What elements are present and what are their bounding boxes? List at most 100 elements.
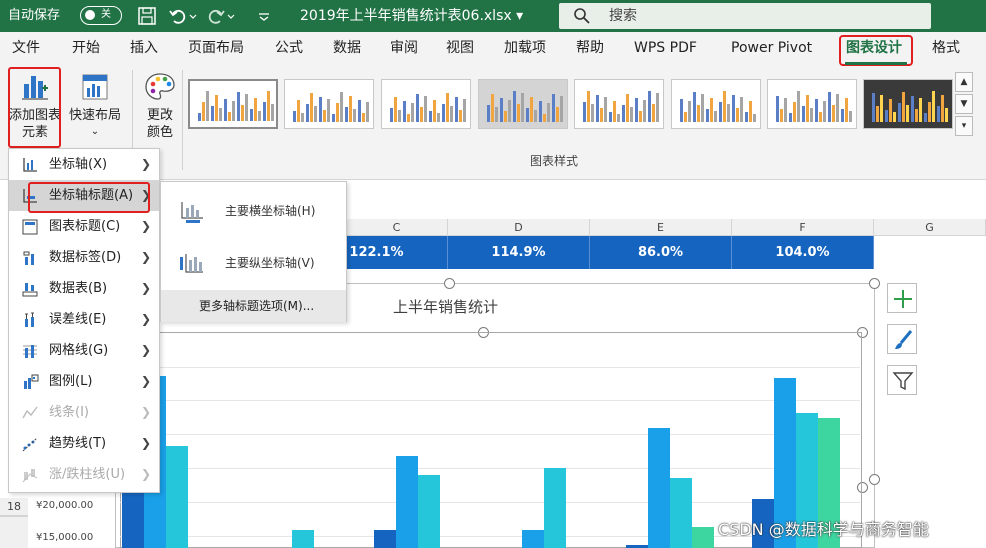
tab-help[interactable]: 帮助	[576, 32, 604, 66]
chart-styles-button[interactable]	[887, 324, 917, 354]
data-labels-icon	[23, 251, 34, 265]
chart-filters-button[interactable]	[887, 365, 917, 395]
thumb-bar	[776, 96, 779, 122]
gridline	[120, 400, 860, 401]
chart-bar[interactable]	[522, 530, 544, 548]
thumb-bar	[745, 112, 748, 122]
submenu-primary-vertical[interactable]: 主要纵坐标轴(V)	[161, 238, 346, 288]
redo-icon[interactable]	[206, 6, 226, 26]
menu-item-data-labels[interactable]: 数据标签(D) ❯	[9, 242, 159, 273]
chart-style-thumb[interactable]	[188, 79, 278, 129]
thumb-bar	[543, 114, 546, 122]
chart-bar[interactable]	[418, 474, 440, 548]
chart-bar[interactable]	[626, 544, 648, 548]
tab-page-layout[interactable]: 页面布局	[188, 32, 244, 66]
chart-bar[interactable]	[166, 445, 188, 548]
menu-item-error-bars[interactable]: 误差线(E) ❯	[9, 304, 159, 335]
resize-handle[interactable]	[869, 278, 880, 289]
chart-style-thumb[interactable]	[671, 79, 761, 129]
change-colors-label-2: 颜色	[146, 125, 173, 140]
thumb-bar	[617, 114, 620, 122]
chart-bar[interactable]	[292, 529, 314, 548]
menu-item-axes[interactable]: 坐标轴(X) ❯	[9, 149, 159, 180]
tab-file[interactable]: 文件	[12, 32, 40, 66]
resize-handle[interactable]	[444, 278, 455, 289]
row-header-19[interactable]	[0, 516, 28, 548]
chart-style-thumb[interactable]	[381, 79, 471, 129]
plus-icon	[894, 290, 912, 308]
chart-style-thumb[interactable]	[767, 79, 857, 129]
autosave-toggle[interactable]: 关	[80, 6, 122, 25]
gallery-more-button[interactable]: ▾	[955, 116, 973, 136]
thumb-bar	[697, 105, 700, 122]
column-header-e[interactable]: E	[590, 219, 732, 236]
thumb-bar	[693, 92, 696, 122]
tab-data[interactable]: 数据	[333, 32, 361, 66]
chart-style-thumb[interactable]	[284, 79, 374, 129]
tab-power-pivot[interactable]: Power Pivot	[731, 32, 812, 66]
chart-bar[interactable]	[544, 468, 566, 548]
submenu-primary-horizontal[interactable]: 主要横坐标轴(H)	[161, 186, 346, 236]
thumb-bar	[206, 91, 209, 121]
chart-elements-button[interactable]	[887, 283, 917, 313]
tab-formulas[interactable]: 公式	[275, 32, 303, 66]
chevron-right-icon: ❯	[141, 436, 152, 450]
undo-dropdown-icon[interactable]	[188, 6, 198, 26]
thumb-bar	[622, 105, 625, 122]
menu-item-trendline[interactable]: 趋势线(T) ❯	[9, 428, 159, 459]
chart-style-thumb[interactable]	[863, 79, 953, 129]
undo-icon[interactable]	[168, 6, 188, 26]
gallery-down-button[interactable]: ▼	[955, 94, 973, 114]
search-box[interactable]: 搜索	[559, 3, 931, 29]
chart-title[interactable]: 上半年销售统计	[393, 296, 498, 317]
column-header-c[interactable]: C	[346, 219, 448, 236]
menu-item-data-table[interactable]: 数据表(B) ❯	[9, 273, 159, 304]
redo-dropdown-icon[interactable]	[226, 6, 236, 26]
submenu-more-options[interactable]: 更多轴标题选项(M)...	[161, 290, 346, 322]
thumb-bar	[407, 114, 410, 122]
menu-item-gridlines[interactable]: 网格线(G) ❯	[9, 335, 159, 366]
gallery-up-button[interactable]: ▲	[955, 72, 973, 92]
menu-item-chart-title[interactable]: 图表标题(C) ❯	[9, 211, 159, 242]
tab-view[interactable]: 视图	[446, 32, 474, 66]
tab-insert[interactable]: 插入	[130, 32, 158, 66]
save-icon[interactable]	[137, 6, 157, 26]
gridline	[120, 434, 860, 435]
column-header-f[interactable]: F	[732, 219, 874, 236]
row-header-18[interactable]: 18	[0, 498, 28, 516]
tab-wps-pdf[interactable]: WPS PDF	[634, 32, 697, 66]
document-title[interactable]: 2019年上半年销售统计表06.xlsx ▾	[300, 0, 523, 32]
thumb-bar	[504, 111, 507, 122]
chevron-right-icon: ❯	[141, 157, 152, 171]
chart-bar[interactable]	[670, 478, 692, 548]
thumb-bar	[635, 98, 638, 122]
quick-layout-button[interactable]: 快速布局 ⌄	[64, 68, 126, 146]
chevron-right-icon: ❯	[141, 219, 152, 233]
column-header-d[interactable]: D	[448, 219, 590, 236]
tab-format[interactable]: 格式	[932, 32, 960, 66]
customize-toolbar-icon[interactable]	[254, 6, 274, 26]
percent-cell[interactable]: 114.9%	[448, 236, 590, 269]
tab-addins[interactable]: 加载项	[504, 32, 546, 66]
thumb-bar	[241, 105, 244, 121]
tab-review[interactable]: 审阅	[390, 32, 418, 66]
tab-home[interactable]: 开始	[72, 32, 100, 66]
thumb-bar	[556, 107, 559, 122]
chart-style-thumb[interactable]	[478, 79, 568, 129]
thumb-bar	[832, 105, 835, 122]
menu-item-label: 网格线(G)	[49, 343, 109, 358]
chart-style-thumb[interactable]	[574, 79, 664, 129]
menu-item-legend[interactable]: 图例(L) ❯	[9, 366, 159, 397]
chart-bar[interactable]	[692, 527, 714, 548]
thumb-bar	[526, 108, 529, 122]
chart-bar[interactable]	[648, 428, 670, 548]
resize-handle[interactable]	[869, 474, 880, 485]
chart-bar[interactable]	[396, 456, 418, 548]
column-header-g[interactable]: G	[874, 219, 986, 236]
percent-cell[interactable]: 86.0%	[590, 236, 732, 269]
thumb-bar	[530, 97, 533, 122]
thumb-bar	[639, 111, 642, 122]
change-colors-button[interactable]: 更改 颜色	[136, 68, 184, 146]
percent-cell[interactable]: 104.0%	[732, 236, 874, 269]
chart-bar[interactable]	[374, 530, 396, 548]
